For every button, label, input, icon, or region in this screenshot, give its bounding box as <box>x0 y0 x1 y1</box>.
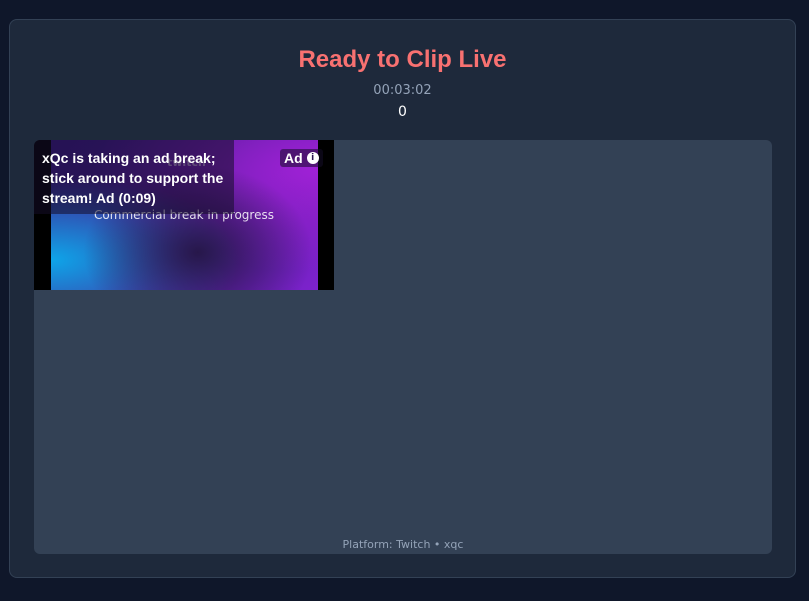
player-area: twitch Commercial break in progress xQc … <box>34 140 772 554</box>
ad-message-overlay: xQc is taking an ad break; stick around … <box>34 140 234 214</box>
elapsed-timer: 00:03:02 <box>373 83 432 98</box>
ad-message: xQc is taking an ad break; stick around … <box>42 150 224 206</box>
platform-label: Platform: Twitch • xqc <box>342 538 464 551</box>
ad-badge-label: Ad <box>284 150 303 166</box>
info-icon[interactable]: i <box>306 152 319 164</box>
clip-count: 0 <box>398 104 407 120</box>
page-title: Ready to Clip Live <box>298 46 507 73</box>
video-player[interactable]: twitch Commercial break in progress xQc … <box>34 140 334 290</box>
ad-badge[interactable]: Ad i <box>280 149 323 167</box>
clip-panel: Ready to Clip Live 00:03:02 0 twitch Com… <box>9 19 796 578</box>
